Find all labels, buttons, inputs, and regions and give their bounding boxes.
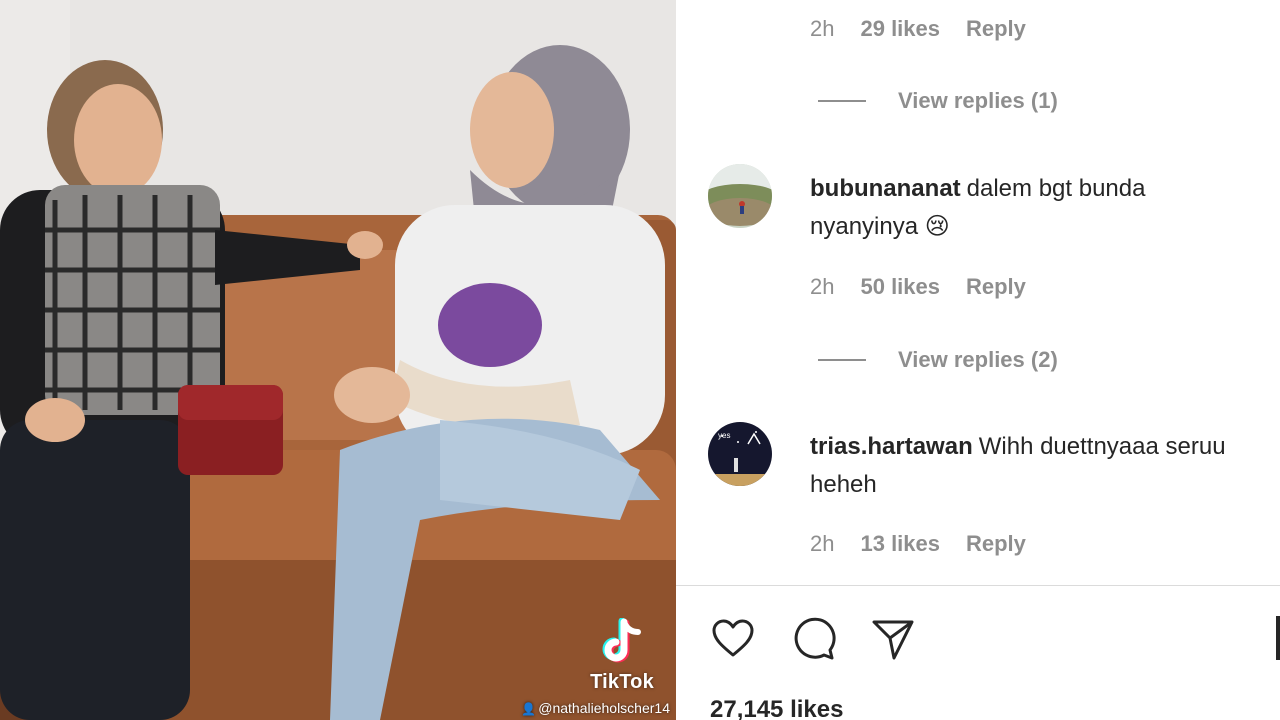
tiktok-handle: 👤 @nathalieholscher14: [521, 700, 670, 716]
reply-button[interactable]: Reply: [966, 16, 1026, 42]
comment-time: 2h: [810, 16, 835, 41]
replies-dash: [818, 359, 866, 361]
comment-meta-row: 2h 50 likes Reply: [810, 274, 1026, 300]
view-replies-button[interactable]: View replies (1): [818, 88, 1058, 114]
heart-icon[interactable]: [710, 616, 756, 662]
comment-bubble-icon[interactable]: [790, 616, 836, 662]
tiktok-wordmark: TikTok: [590, 671, 654, 693]
view-replies-label: View replies (1): [898, 88, 1058, 113]
post-video[interactable]: TikTok 👤 @nathalieholscher14: [0, 0, 676, 720]
comment-username[interactable]: bubunananat: [810, 175, 961, 202]
comment-meta-row: 2h 13 likes Reply: [810, 531, 1026, 557]
comment-time: 2h: [810, 531, 835, 556]
video-frame-illustration: [0, 0, 676, 720]
post-likes-count[interactable]: 27,145 likes: [710, 696, 843, 720]
tiktok-watermark: TikTok: [586, 617, 658, 694]
post-action-bar: [710, 616, 916, 662]
comment-likes[interactable]: 50 likes: [860, 274, 940, 300]
avatar[interactable]: [708, 164, 772, 228]
tiktok-handle-text: @nathalieholscher14: [538, 700, 670, 716]
comment-likes[interactable]: 29 likes: [860, 16, 940, 42]
comment-item: yes trias.hartawan Wihh duettnyaaa seruu …: [708, 422, 1268, 522]
avatar[interactable]: yes: [708, 422, 772, 486]
bookmark-icon[interactable]: [1276, 616, 1280, 660]
comment-username[interactable]: trias.hartawan: [810, 433, 973, 460]
paper-plane-icon[interactable]: [870, 616, 916, 662]
comments-panel: 2h 29 likes Reply View replies (1) bubun…: [676, 0, 1280, 720]
reply-button[interactable]: Reply: [966, 274, 1026, 300]
replies-dash: [818, 100, 866, 102]
tiktok-note-icon: [602, 617, 641, 663]
divider: [676, 585, 1280, 586]
avatar-landscape-image: [708, 164, 772, 228]
person-icon: 👤: [521, 702, 537, 716]
svg-text:yes: yes: [718, 431, 730, 440]
reply-button[interactable]: Reply: [966, 531, 1026, 557]
view-replies-button[interactable]: View replies (2): [818, 347, 1058, 373]
comment-body: trias.hartawan Wihh duettnyaaa seruu hehe…: [810, 428, 1240, 504]
comment-body: bubunananat dalem bgt bunda nyanyinya 😢: [810, 170, 1240, 246]
comment-meta-row: 2h 29 likes Reply: [810, 16, 1026, 42]
avatar-night-image: yes: [708, 422, 772, 486]
view-replies-label: View replies (2): [898, 347, 1058, 372]
comment-item: bubunananat dalem bgt bunda nyanyinya 😢: [708, 164, 1268, 264]
comment-likes[interactable]: 13 likes: [860, 531, 940, 557]
comment-time: 2h: [810, 274, 835, 299]
